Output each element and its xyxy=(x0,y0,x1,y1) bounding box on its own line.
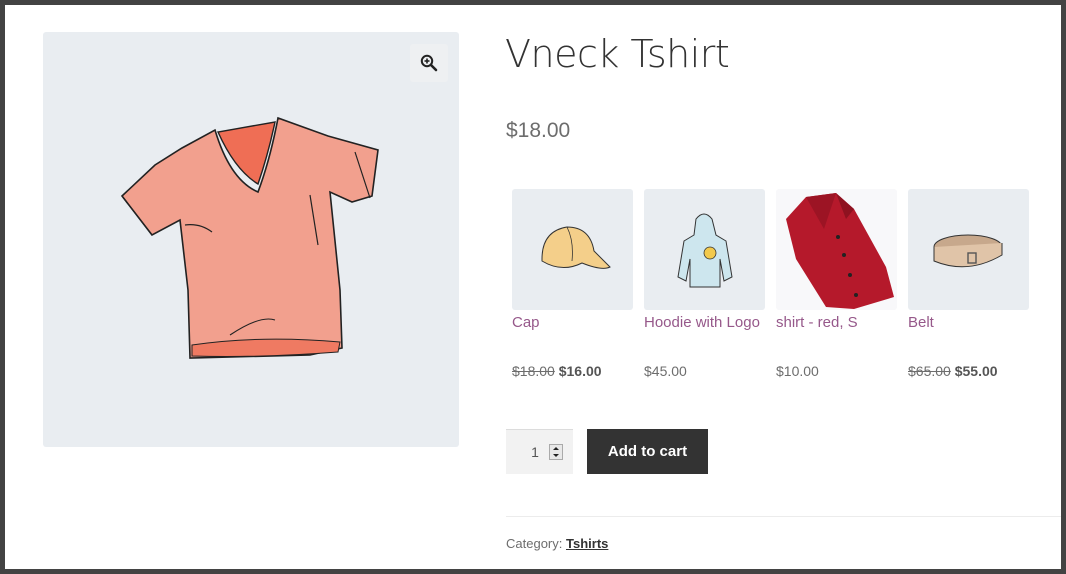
related-product-card[interactable]: Hoodie with Logo $45.00 xyxy=(644,189,765,379)
related-product-price: $65.00 $55.00 xyxy=(908,363,998,379)
related-product-card[interactable]: Cap $18.00 $16.00 xyxy=(512,189,633,379)
product-meta: Category: Tshirts xyxy=(506,536,608,551)
quantity-stepper[interactable] xyxy=(549,444,563,460)
product-price: $18.00 xyxy=(506,119,571,142)
belt-image xyxy=(933,234,1003,268)
related-product-name[interactable]: Hoodie with Logo xyxy=(644,314,760,331)
product-title: Vneck Tshirt xyxy=(505,32,730,76)
sale-price: $55.00 xyxy=(954,363,998,379)
related-product-name[interactable]: shirt - red, S xyxy=(776,314,858,331)
related-product-image[interactable] xyxy=(644,189,765,310)
quantity-value[interactable]: 1 xyxy=(528,444,542,460)
stepper-down-icon[interactable] xyxy=(553,454,559,457)
related-product-card[interactable]: shirt - red, S $10.00 xyxy=(776,189,897,379)
related-product-image[interactable] xyxy=(908,189,1029,310)
regular-price: $18.00 xyxy=(512,363,555,379)
divider xyxy=(506,516,1061,517)
related-product-price: $10.00 xyxy=(776,363,819,379)
price: $10.00 xyxy=(776,363,819,379)
cap-image xyxy=(541,226,611,269)
hoodie-image xyxy=(677,213,733,288)
related-product-card[interactable]: Belt $65.00 $55.00 xyxy=(908,189,1029,379)
tshirt-hem xyxy=(191,338,341,357)
related-product-name[interactable]: Belt xyxy=(908,314,934,331)
related-product-name[interactable]: Cap xyxy=(512,314,540,331)
red-shirt-image xyxy=(786,193,894,309)
category-label: Category: xyxy=(506,536,563,551)
gallery-zoom-button[interactable] xyxy=(410,44,448,82)
stepper-up-icon[interactable] xyxy=(553,447,559,450)
related-product-price: $45.00 xyxy=(644,363,687,379)
quantity-input[interactable]: 1 xyxy=(506,429,573,474)
product-main-image[interactable] xyxy=(100,100,400,380)
related-product-image[interactable] xyxy=(512,189,633,310)
zoom-in-icon xyxy=(420,54,438,72)
price: $45.00 xyxy=(644,363,687,379)
related-product-image[interactable] xyxy=(776,189,897,310)
add-to-cart-button[interactable]: Add to cart xyxy=(587,429,708,474)
sale-price: $16.00 xyxy=(558,363,602,379)
category-link[interactable]: Tshirts xyxy=(566,536,608,551)
related-product-price: $18.00 $16.00 xyxy=(512,363,602,379)
regular-price: $65.00 xyxy=(908,363,951,379)
